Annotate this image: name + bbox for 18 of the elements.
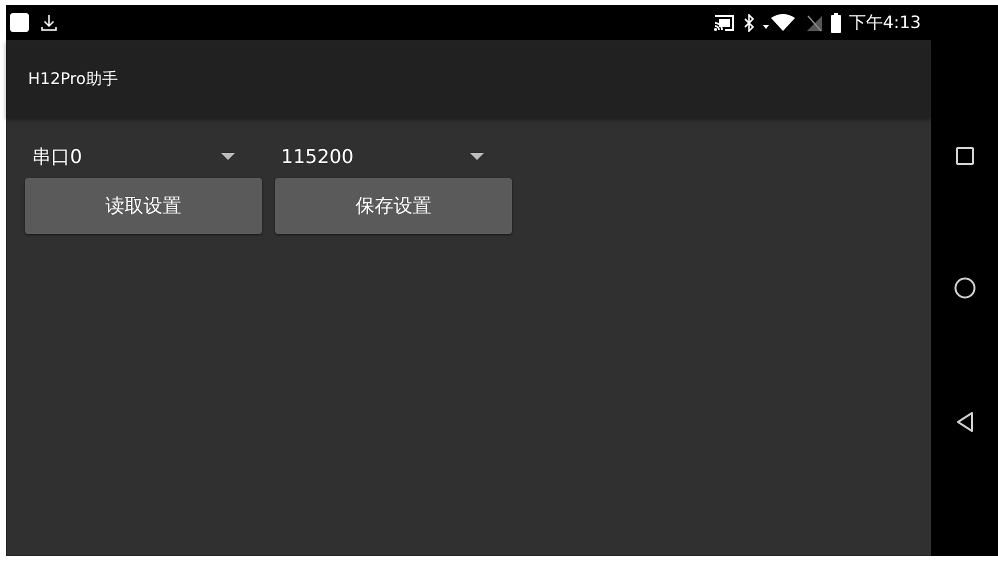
app-title: H12Pro助手 — [28, 68, 118, 90]
wifi-icon — [762, 14, 797, 32]
download-icon — [39, 12, 59, 32]
no-signal-icon — [804, 14, 823, 32]
home-icon[interactable] — [954, 277, 976, 299]
recents-icon[interactable] — [956, 147, 974, 165]
back-icon[interactable] — [956, 411, 974, 433]
caret-icon — [221, 153, 235, 161]
button[interactable]: 保存设置 — [275, 178, 512, 234]
dropdown[interactable]: 115200 — [274, 136, 498, 178]
notification-icon — [10, 13, 29, 32]
battery-icon — [830, 12, 841, 32]
dropdown[interactable]: 串口0 — [25, 136, 249, 178]
clock: 下午4:13 — [848, 12, 921, 34]
button[interactable]: 读取设置 — [25, 178, 262, 234]
bluetooth-icon — [742, 14, 755, 32]
cast-icon — [712, 14, 735, 32]
caret-icon — [470, 153, 484, 161]
